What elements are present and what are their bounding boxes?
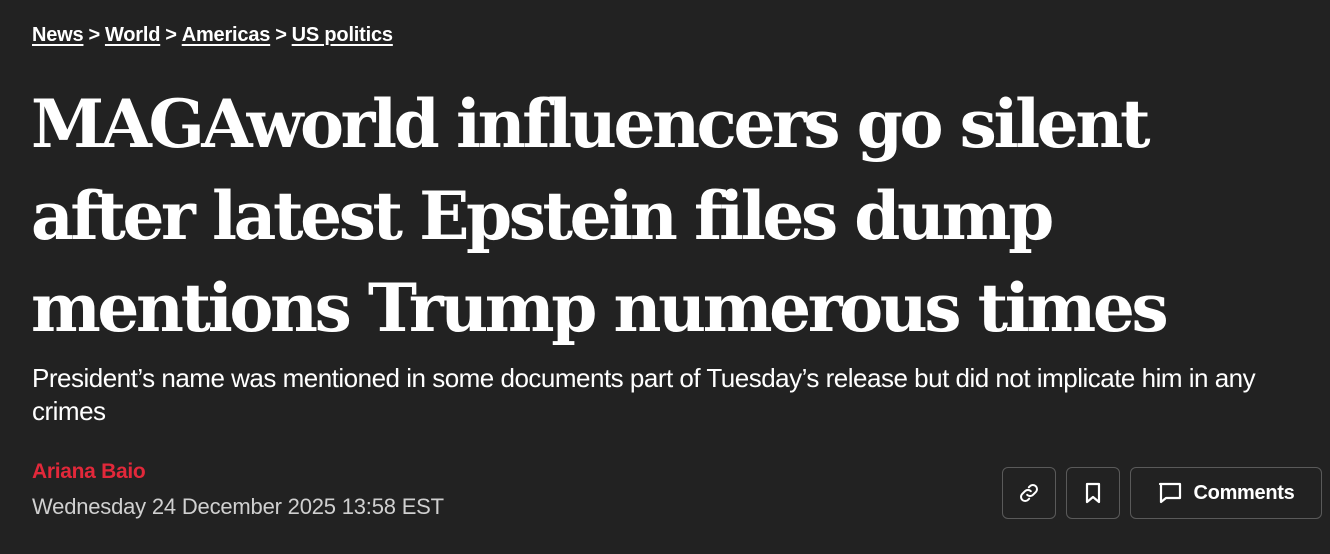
- copy-link-button[interactable]: [1002, 467, 1056, 519]
- breadcrumb-link-news[interactable]: News: [32, 24, 84, 46]
- breadcrumb: News > World > Americas > US politics: [32, 24, 393, 47]
- article-headline: MAGAworld influencers go silent after la…: [31, 78, 1291, 354]
- breadcrumb-link-world[interactable]: World: [105, 24, 160, 46]
- breadcrumb-separator: >: [88, 24, 100, 46]
- link-icon: [1020, 484, 1038, 502]
- comments-button[interactable]: Comments: [1130, 467, 1322, 519]
- headline-line: mentions Trump numerous times: [31, 269, 1169, 347]
- bookmark-button[interactable]: [1066, 467, 1120, 519]
- breadcrumb-link-americas[interactable]: Americas: [182, 24, 271, 46]
- publish-date: Wednesday 24 December 2025 13:58 EST: [32, 494, 444, 519]
- breadcrumb-separator: >: [165, 24, 177, 46]
- article-actions: Comments: [1002, 467, 1322, 519]
- comment-icon: [1158, 482, 1181, 504]
- bookmark-icon: [1085, 482, 1101, 504]
- headline-line: MAGAworld influencers go silent: [31, 85, 1150, 163]
- author-link[interactable]: Ariana Baio: [32, 460, 146, 484]
- article-standfirst: President’s name was mentioned in some d…: [32, 363, 1256, 426]
- comments-button-label: Comments: [1193, 481, 1295, 504]
- breadcrumb-link-us-politics[interactable]: US politics: [292, 24, 393, 46]
- headline-line: after latest Epstein files dump: [31, 177, 1054, 255]
- breadcrumb-separator: >: [275, 24, 287, 46]
